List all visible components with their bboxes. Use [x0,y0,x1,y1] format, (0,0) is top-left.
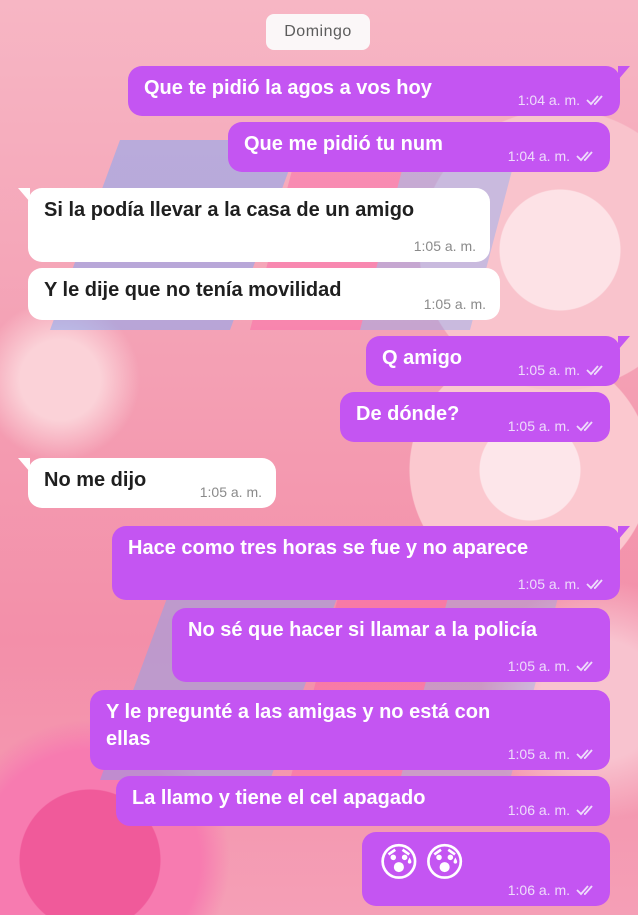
message-time: 1:05 a. m. [507,658,570,674]
message-text: Y le dije que no tenía movilidad [44,279,342,301]
message-meta: 1:05 a. m. [508,746,596,762]
message-outgoing[interactable]: La llamo y tiene el cel apagado 1:06 a. … [116,776,610,826]
message-time: 1:06 a. m. [507,802,570,818]
message-incoming[interactable]: Y le dije que no tenía movilidad 1:05 a.… [28,268,500,320]
double-check-icon [576,749,593,760]
message-outgoing[interactable]: Que te pidió la agos a vos hoy 1:04 a. m… [128,66,630,116]
message-meta: 1:04 a. m. [518,92,606,108]
emoji-message-text: 😰😰 [378,841,470,885]
message-meta: 1:05 a. m. [200,484,262,500]
message-meta: 1:05 a. m. [508,418,596,434]
message-text: No sé que hacer si llamar a la policía [188,619,538,641]
message-time: 1:05 a. m. [199,484,262,500]
message-outgoing[interactable]: Que me pidió tu num 1:04 a. m. [228,122,610,172]
message-outgoing[interactable]: Y le pregunté a las amigas y no está con… [90,690,610,770]
message-outgoing[interactable]: No sé que hacer si llamar a la policía 1… [172,608,610,682]
double-check-icon [576,421,593,432]
message-time: 1:04 a. m. [507,148,570,164]
date-separator: Domingo [266,14,370,50]
message-text: Y le pregunté a las amigas y no está con… [106,701,491,750]
message-time: 1:05 a. m. [507,746,570,762]
message-incoming[interactable]: Si la podía llevar a la casa de un amigo… [18,188,490,262]
message-time: 1:04 a. m. [517,92,580,108]
message-outgoing[interactable]: 😰😰 1:06 a. m. [362,832,610,906]
message-time: 1:05 a. m. [423,296,486,312]
double-check-icon [586,365,603,376]
double-check-icon [586,579,603,590]
message-incoming[interactable]: No me dijo 1:05 a. m. [18,458,276,508]
message-text: Hace como tres horas se fue y no aparece [128,537,529,559]
message-outgoing[interactable]: Hace como tres horas se fue y no aparece… [112,526,630,600]
message-text: Si la podía llevar a la casa de un amigo [44,199,415,221]
message-meta: 1:05 a. m. [518,362,606,378]
message-meta: 1:05 a. m. [518,576,606,592]
message-meta: 1:05 a. m. [414,238,476,254]
message-meta: 1:05 a. m. [424,296,486,312]
message-time: 1:05 a. m. [517,362,580,378]
double-check-icon [576,805,593,816]
double-check-icon [576,661,593,672]
message-meta: 1:06 a. m. [508,802,596,818]
message-time: 1:05 a. m. [413,238,476,254]
message-outgoing[interactable]: Q amigo 1:05 a. m. [366,336,630,386]
message-time: 1:06 a. m. [507,882,570,898]
double-check-icon [576,151,593,162]
double-check-icon [576,885,593,896]
message-time: 1:05 a. m. [517,576,580,592]
message-outgoing[interactable]: De dónde? 1:05 a. m. [340,392,610,442]
double-check-icon [586,95,603,106]
message-time: 1:05 a. m. [507,418,570,434]
message-meta: 1:04 a. m. [508,148,596,164]
message-meta: 1:05 a. m. [508,658,596,674]
message-meta: 1:06 a. m. [508,882,596,898]
